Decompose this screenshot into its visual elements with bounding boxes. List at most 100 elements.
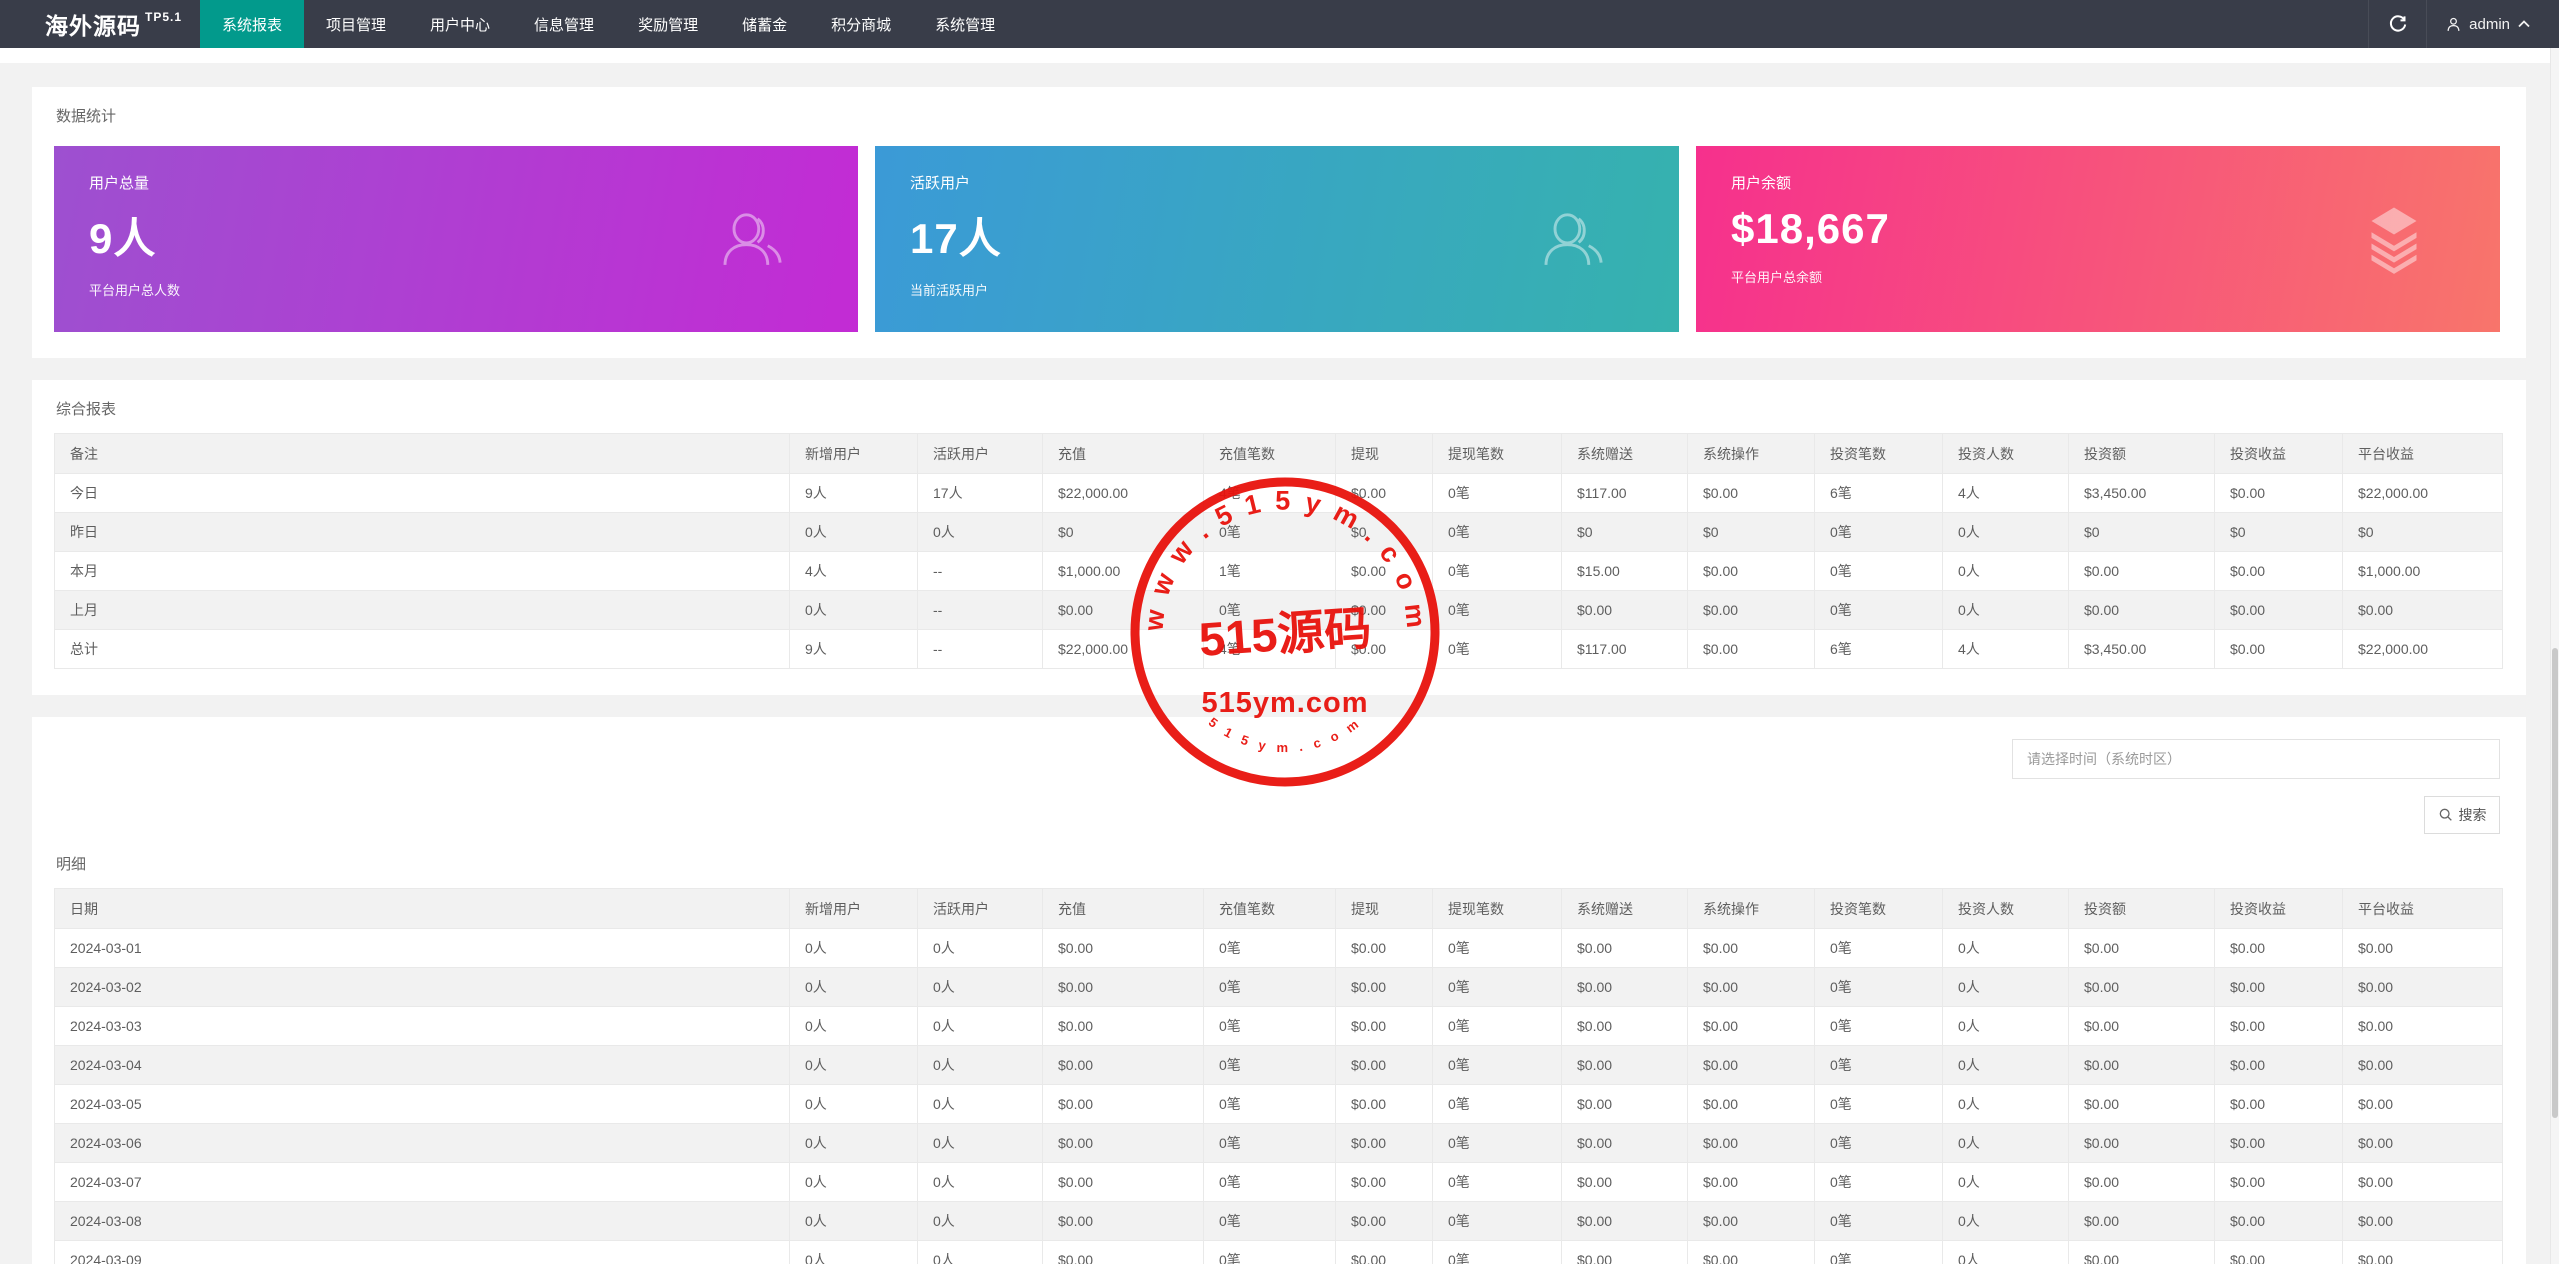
table-cell: 2024-03-01	[55, 929, 790, 968]
table-cell: $0.00	[1043, 929, 1204, 968]
column-header: 投资笔数	[1815, 889, 1943, 929]
table-cell: 0人	[918, 1085, 1043, 1124]
table-cell: $0.00	[2069, 591, 2215, 630]
nav-item-系统报表[interactable]: 系统报表	[200, 0, 304, 48]
table-cell: 4人	[790, 552, 918, 591]
table-cell: 0人	[1943, 1202, 2069, 1241]
table-cell: 0人	[918, 513, 1043, 552]
nav-item-系统管理[interactable]: 系统管理	[913, 0, 1017, 48]
column-header: 投资人数	[1943, 889, 2069, 929]
table-cell: $3,450.00	[2069, 630, 2215, 669]
stat-card-user-balance: 用户余额 $18,667 平台用户总余额	[1696, 146, 2500, 332]
column-header: 提现笔数	[1433, 434, 1562, 474]
refresh-icon	[2388, 14, 2408, 34]
table-cell: 0笔	[1433, 591, 1562, 630]
table-cell: $0.00	[1562, 591, 1688, 630]
table-cell: $0.00	[2215, 474, 2343, 513]
table-cell: 0人	[790, 513, 918, 552]
nav-item-用户中心[interactable]: 用户中心	[408, 0, 512, 48]
table-cell: 0人	[790, 929, 918, 968]
column-header: 充值笔数	[1204, 434, 1336, 474]
page-scrollbar[interactable]	[2550, 48, 2559, 1264]
table-row: 2024-03-090人0人$0.000笔$0.000笔$0.00$0.000笔…	[55, 1241, 2503, 1264]
app-logo: 海外源码 TP5.1	[0, 0, 200, 48]
table-cell: $0.00	[2343, 1085, 2503, 1124]
table-cell: $0	[1336, 513, 1433, 552]
table-cell: 0笔	[1815, 552, 1943, 591]
table-cell: $0.00	[1336, 1124, 1433, 1163]
table-cell: 9人	[790, 630, 918, 669]
table-cell: $0.00	[1043, 1241, 1204, 1264]
table-cell: 0人	[1943, 552, 2069, 591]
nav-item-储蓄金[interactable]: 储蓄金	[720, 0, 809, 48]
search-button[interactable]: 搜索	[2424, 796, 2500, 834]
table-cell: --	[918, 591, 1043, 630]
table-cell: $0.00	[1043, 1046, 1204, 1085]
table-cell: 4人	[1943, 474, 2069, 513]
nav-item-积分商城[interactable]: 积分商城	[809, 0, 913, 48]
table-cell: $0.00	[2069, 1163, 2215, 1202]
table-cell: 0人	[918, 1124, 1043, 1163]
table-cell: $0.00	[1562, 1124, 1688, 1163]
stat-card-subtitle: 当前活跃用户	[910, 280, 1679, 299]
table-cell: 0笔	[1204, 968, 1336, 1007]
table-cell: 2024-03-02	[55, 968, 790, 1007]
table-cell: $0.00	[1336, 929, 1433, 968]
table-row: 2024-03-080人0人$0.000笔$0.000笔$0.00$0.000笔…	[55, 1202, 2503, 1241]
table-cell: $0.00	[2343, 968, 2503, 1007]
table-cell: 0笔	[1204, 1046, 1336, 1085]
table-cell: 0笔	[1204, 591, 1336, 630]
table-cell: 6笔	[1815, 630, 1943, 669]
table-cell: $0.00	[2069, 1046, 2215, 1085]
column-header: 平台收益	[2343, 889, 2503, 929]
users-icon	[716, 203, 788, 275]
table-cell: $0.00	[1688, 1163, 1815, 1202]
table-cell: 0人	[1943, 1046, 2069, 1085]
table-cell: 0笔	[1815, 968, 1943, 1007]
table-cell: 0笔	[1433, 474, 1562, 513]
column-header: 新增用户	[790, 434, 918, 474]
table-cell: $0.00	[2215, 929, 2343, 968]
table-cell: 0人	[790, 1163, 918, 1202]
column-header: 备注	[55, 434, 790, 474]
table-cell: $0.00	[2343, 929, 2503, 968]
nav-item-奖励管理[interactable]: 奖励管理	[616, 0, 720, 48]
table-cell: $0	[1688, 513, 1815, 552]
table-cell: $0.00	[2215, 968, 2343, 1007]
table-cell: $0.00	[2343, 1163, 2503, 1202]
table-cell: 0人	[1943, 1163, 2069, 1202]
table-cell: 4笔	[1204, 474, 1336, 513]
table-cell: $0.00	[1688, 474, 1815, 513]
table-cell: $0.00	[2069, 1241, 2215, 1264]
user-menu[interactable]: admin	[2426, 0, 2559, 48]
table-cell: 0人	[790, 1007, 918, 1046]
nav-item-项目管理[interactable]: 项目管理	[304, 0, 408, 48]
table-cell: $0.00	[1336, 630, 1433, 669]
table-cell: $0.00	[1336, 1163, 1433, 1202]
table-cell: $22,000.00	[1043, 630, 1204, 669]
table-cell: 0笔	[1433, 630, 1562, 669]
time-range-input[interactable]	[2012, 739, 2500, 779]
stat-card-total-users: 用户总量 9人 平台用户总人数	[54, 146, 858, 332]
detail-table: 日期新增用户活跃用户充值充值笔数提现提现笔数系统赠送系统操作投资笔数投资人数投资…	[54, 888, 2503, 1264]
scrollbar-thumb[interactable]	[2552, 648, 2558, 1118]
table-cell: 0笔	[1433, 1202, 1562, 1241]
table-cell: $3,450.00	[2069, 474, 2215, 513]
table-cell: $0.00	[1688, 552, 1815, 591]
table-cell: $0.00	[2343, 1202, 2503, 1241]
table-cell: $0.00	[1043, 968, 1204, 1007]
app-logo-version: TP5.1	[145, 10, 182, 24]
table-cell: 17人	[918, 474, 1043, 513]
table-cell: 0笔	[1204, 1202, 1336, 1241]
column-header: 投资收益	[2215, 889, 2343, 929]
table-cell: 0笔	[1433, 968, 1562, 1007]
table-cell: 0人	[1943, 1124, 2069, 1163]
table-cell: $0.00	[2343, 591, 2503, 630]
table-cell: 0人	[1943, 1241, 2069, 1264]
table-cell: 0笔	[1815, 1202, 1943, 1241]
nav-item-信息管理[interactable]: 信息管理	[512, 0, 616, 48]
table-cell: $0.00	[1043, 1085, 1204, 1124]
table-cell: 0笔	[1204, 1124, 1336, 1163]
table-row: 昨日0人0人$00笔$00笔$0$00笔0人$0$0$0	[55, 513, 2503, 552]
refresh-button[interactable]	[2368, 0, 2426, 48]
